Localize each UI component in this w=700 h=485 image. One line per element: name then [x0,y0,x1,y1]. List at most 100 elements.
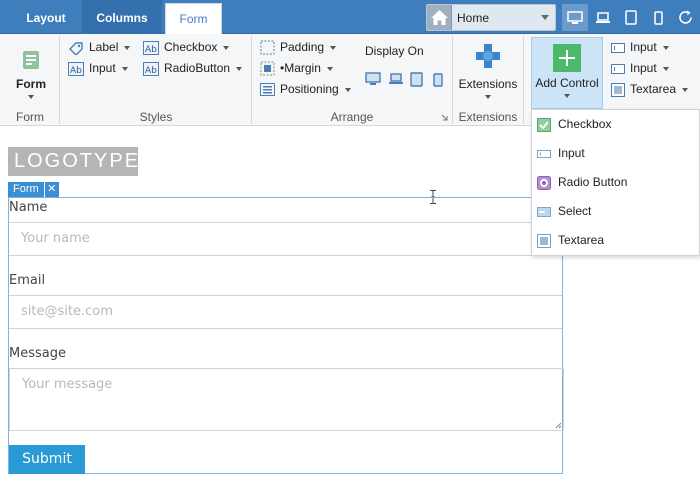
tab-columns[interactable]: Columns [82,0,162,34]
margin-button[interactable]: •Margin [260,59,333,77]
style-radiobutton-button[interactable]: Ab RadioButton [143,59,243,77]
chevron-down-icon [662,45,669,50]
menu-item-label: Checkbox [558,117,612,131]
chevron-down-icon [124,45,131,50]
style-label-button[interactable]: Label [68,38,131,56]
style-checkbox-button[interactable]: Ab Checkbox [143,38,230,56]
laptop-icon[interactable] [590,4,616,31]
tab-form[interactable]: Form [165,3,222,35]
chevron-down-icon [330,45,337,50]
control-textarea-label: Textarea [630,82,677,96]
textarea-icon [537,234,551,248]
style-radiobutton-text: RadioButton [164,61,231,75]
refresh-icon[interactable] [672,4,698,31]
input-icon [537,150,551,158]
form-selection-tag[interactable]: Form ✕ [8,182,59,197]
menu-item-checkbox[interactable]: Checkbox [532,110,699,139]
chevron-down-icon [223,45,230,50]
display-laptop-icon[interactable] [388,73,404,85]
message-label: Message [9,346,66,361]
input-icon [611,42,625,53]
svg-text:Ab: Ab [145,45,157,55]
desktop-icon[interactable] [562,4,588,31]
textarea-icon [611,82,625,97]
control-textarea-button[interactable]: Textarea [611,80,689,98]
style-input-text: Input [89,61,116,75]
chevron-down-icon [662,66,669,71]
form-tag-label: Form [13,183,39,195]
close-icon[interactable]: ✕ [43,182,59,197]
name-field[interactable]: Your name [9,222,562,256]
extensions-button[interactable]: Extensions [456,40,520,99]
resize-handle-icon[interactable] [555,422,562,429]
input-icon [611,63,625,74]
tab-layout[interactable]: Layout [13,0,79,34]
home-icon[interactable] [427,5,452,30]
puzzle-plus-icon [476,44,500,68]
menu-item-label: Textarea [558,233,605,247]
text-style-icon: Ab [68,61,84,76]
text-style-icon: Ab [143,40,159,55]
add-control-button[interactable]: Add Control [531,37,603,109]
group-label-styles: Styles [139,110,173,124]
display-desktop-icon[interactable] [365,72,381,86]
chevron-down-icon [564,94,570,98]
expand-corner-icon[interactable] [441,114,448,121]
menu-item-textarea[interactable]: Textarea [532,226,699,255]
display-on-label: Display On [365,44,424,58]
padding-button[interactable]: Padding [260,38,337,56]
chevron-down-icon [236,66,243,71]
add-control-label: Add Control [535,76,599,90]
chevron-down-icon [682,87,689,92]
display-tablet-icon[interactable] [410,72,423,87]
chevron-down-icon [28,95,34,99]
message-field[interactable]: Your message [9,368,564,431]
email-field[interactable]: site@site.com [9,295,562,329]
control-input-button[interactable]: Input [611,38,669,56]
text-style-icon: Ab [143,61,159,76]
extensions-label: Extensions [458,77,518,91]
control-input-label-2: Input [630,61,657,75]
padding-icon [260,40,275,55]
chevron-down-icon [326,66,333,71]
menu-item-label: Select [558,204,592,218]
control-input-button-2[interactable]: Input [611,59,669,77]
control-input-label: Input [630,40,657,54]
positioning-button[interactable]: Positioning [260,80,351,98]
submit-button[interactable]: Submit [9,445,85,474]
positioning-icon [260,83,275,97]
group-label-form: Form [16,110,44,124]
chevron-down-icon [344,87,351,92]
checkbox-icon [537,118,551,132]
page-select[interactable]: Home [426,4,556,31]
padding-label: Padding [280,40,325,54]
menu-item-radio-button[interactable]: Radio Button [532,168,699,197]
style-input-button[interactable]: Ab Input [68,59,128,77]
group-label-extensions: Extensions [458,110,518,124]
form-icon [23,51,39,69]
style-checkbox-text: Checkbox [164,40,218,54]
chevron-down-icon [121,66,128,71]
svg-text:Ab: Ab [145,66,157,76]
tablet-icon[interactable] [618,4,644,31]
phone-icon[interactable] [645,4,671,31]
display-phone-icon[interactable] [433,73,443,87]
tag-icon [69,42,83,55]
menu-item-input[interactable]: Input [532,139,699,168]
top-toolbar: Layout Columns Form Home [0,0,700,35]
menu-item-select[interactable]: Select [532,197,699,226]
radio-button-icon [537,176,551,190]
logo[interactable]: LOGOTYPE [8,147,138,176]
menu-item-label: Radio Button [558,175,628,189]
email-label: Email [9,273,46,288]
group-label-arrange: Arrange [330,110,374,124]
name-label: Name [9,200,48,215]
message-placeholder: Your message [22,377,113,392]
form-button[interactable]: Form [10,40,52,99]
menu-item-label: Input [558,146,585,160]
chevron-down-icon [485,95,491,99]
contact-form[interactable]: Name Your name Email site@site.com Messa… [8,197,564,474]
form-button-label: Form [16,77,46,91]
select-icon [537,207,551,217]
chevron-down-icon [541,15,549,20]
